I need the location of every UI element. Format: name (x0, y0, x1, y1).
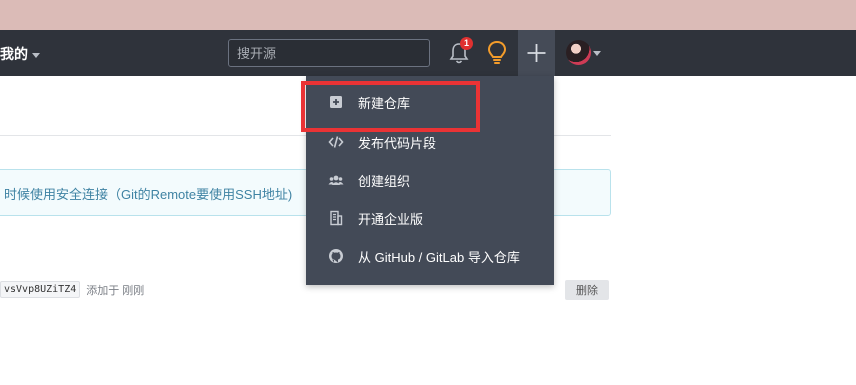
menu-item-create-org[interactable]: 创建组织 (306, 162, 554, 198)
lightbulb-icon[interactable] (485, 40, 509, 66)
github-icon (329, 249, 343, 263)
plus-icon (527, 44, 546, 62)
menu-item-label: 从 GitHub / GitLab 导入仓库 (358, 249, 520, 265)
menu-item-label: 新建仓库 (358, 95, 411, 111)
menu-item-enterprise[interactable]: 开通企业版 (306, 200, 554, 236)
menu-item-import-repo[interactable]: 从 GitHub / GitLab 导入仓库 (306, 238, 554, 274)
ssh-key-row: vsVvp8UZiTZ4 添加于 刚刚 (0, 281, 144, 298)
plus-square-icon (330, 96, 342, 108)
menu-item-label: 开通企业版 (358, 211, 424, 227)
users-icon (328, 175, 344, 185)
mine-label: 我的 (0, 46, 28, 62)
key-added-text: 添加于 刚刚 (86, 284, 145, 297)
mine-menu[interactable]: 我的 (0, 44, 40, 64)
chevron-down-icon (593, 51, 601, 56)
notification-badge: 1 (460, 37, 473, 50)
create-new-button[interactable] (518, 30, 555, 76)
chevron-down-icon (32, 52, 40, 58)
avatar (566, 40, 591, 65)
menu-item-label: 发布代码片段 (358, 135, 437, 151)
delete-key-button[interactable]: 删除 (565, 280, 609, 300)
navbar: 我的 1 (0, 30, 856, 76)
search-input[interactable] (228, 39, 430, 67)
key-fingerprint: vsVvp8UZiTZ4 (0, 281, 81, 298)
ssh-notice-text: 时候使用安全连接（Git的Remote要使用SSH地址) (4, 187, 293, 202)
menu-item-label: 创建组织 (358, 173, 411, 189)
create-dropdown-menu: 新建仓库 发布代码片段 创建组织 开通企业版 从 GitHub / GitLab… (306, 76, 554, 285)
menu-item-new-repo[interactable]: 新建仓库 (306, 84, 554, 120)
menu-item-publish-snippet[interactable]: 发布代码片段 (306, 124, 554, 160)
user-menu[interactable] (566, 40, 601, 65)
code-icon (328, 136, 344, 148)
top-band (0, 0, 856, 30)
building-icon (330, 210, 343, 226)
